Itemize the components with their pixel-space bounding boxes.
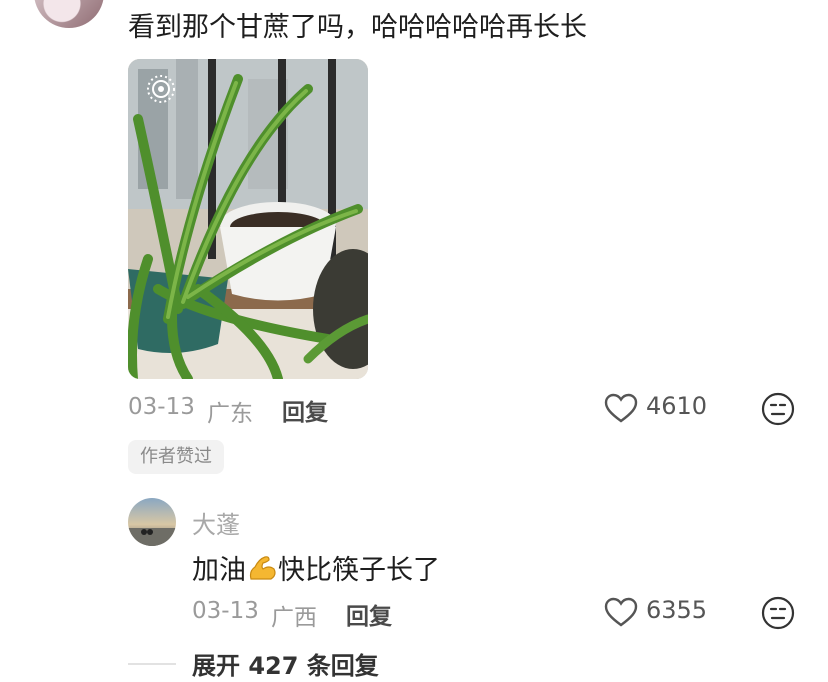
sub-comment-text-part1: 加油 xyxy=(192,555,246,586)
like-count: 4610 xyxy=(646,392,708,420)
sub-reply-button[interactable]: 回复 xyxy=(346,597,392,631)
sub-commenter-avatar[interactable] xyxy=(128,498,176,546)
comment-text: 看到那个甘蔗了吗，哈哈哈哈哈再长长 xyxy=(128,12,587,43)
sub-like-count: 6355 xyxy=(646,596,708,624)
sunset-avatar-image xyxy=(128,498,176,546)
commenter-avatar[interactable] xyxy=(34,0,104,28)
expand-divider xyxy=(128,663,176,665)
author-liked-badge: 作者赞过 xyxy=(128,440,224,474)
reply-button[interactable]: 回复 xyxy=(282,393,328,427)
dislike-emoji-icon[interactable] xyxy=(761,392,795,426)
comment-location: 广东 xyxy=(207,401,253,427)
sub-comment-date: 03-13 xyxy=(192,598,259,624)
flexed-biceps-emoji xyxy=(249,556,276,580)
heart-icon[interactable] xyxy=(604,393,638,423)
comment-date: 03-13 xyxy=(128,394,195,420)
sub-commenter-username[interactable]: 大蓬 xyxy=(192,505,240,540)
sub-comment-text: 加油 快比筷子长了 xyxy=(192,548,440,587)
dislike-emoji-icon[interactable] xyxy=(761,596,795,630)
sub-comment-location: 广西 xyxy=(271,605,317,631)
heart-icon[interactable] xyxy=(604,597,638,627)
comment-photo[interactable] xyxy=(128,59,368,379)
sub-comment-text-part2: 快比筷子长了 xyxy=(278,555,440,586)
expand-replies-button[interactable]: 展开 427 条回复 xyxy=(192,646,379,681)
plant-photo-illustration xyxy=(128,59,368,379)
live-photo-icon xyxy=(147,75,175,103)
